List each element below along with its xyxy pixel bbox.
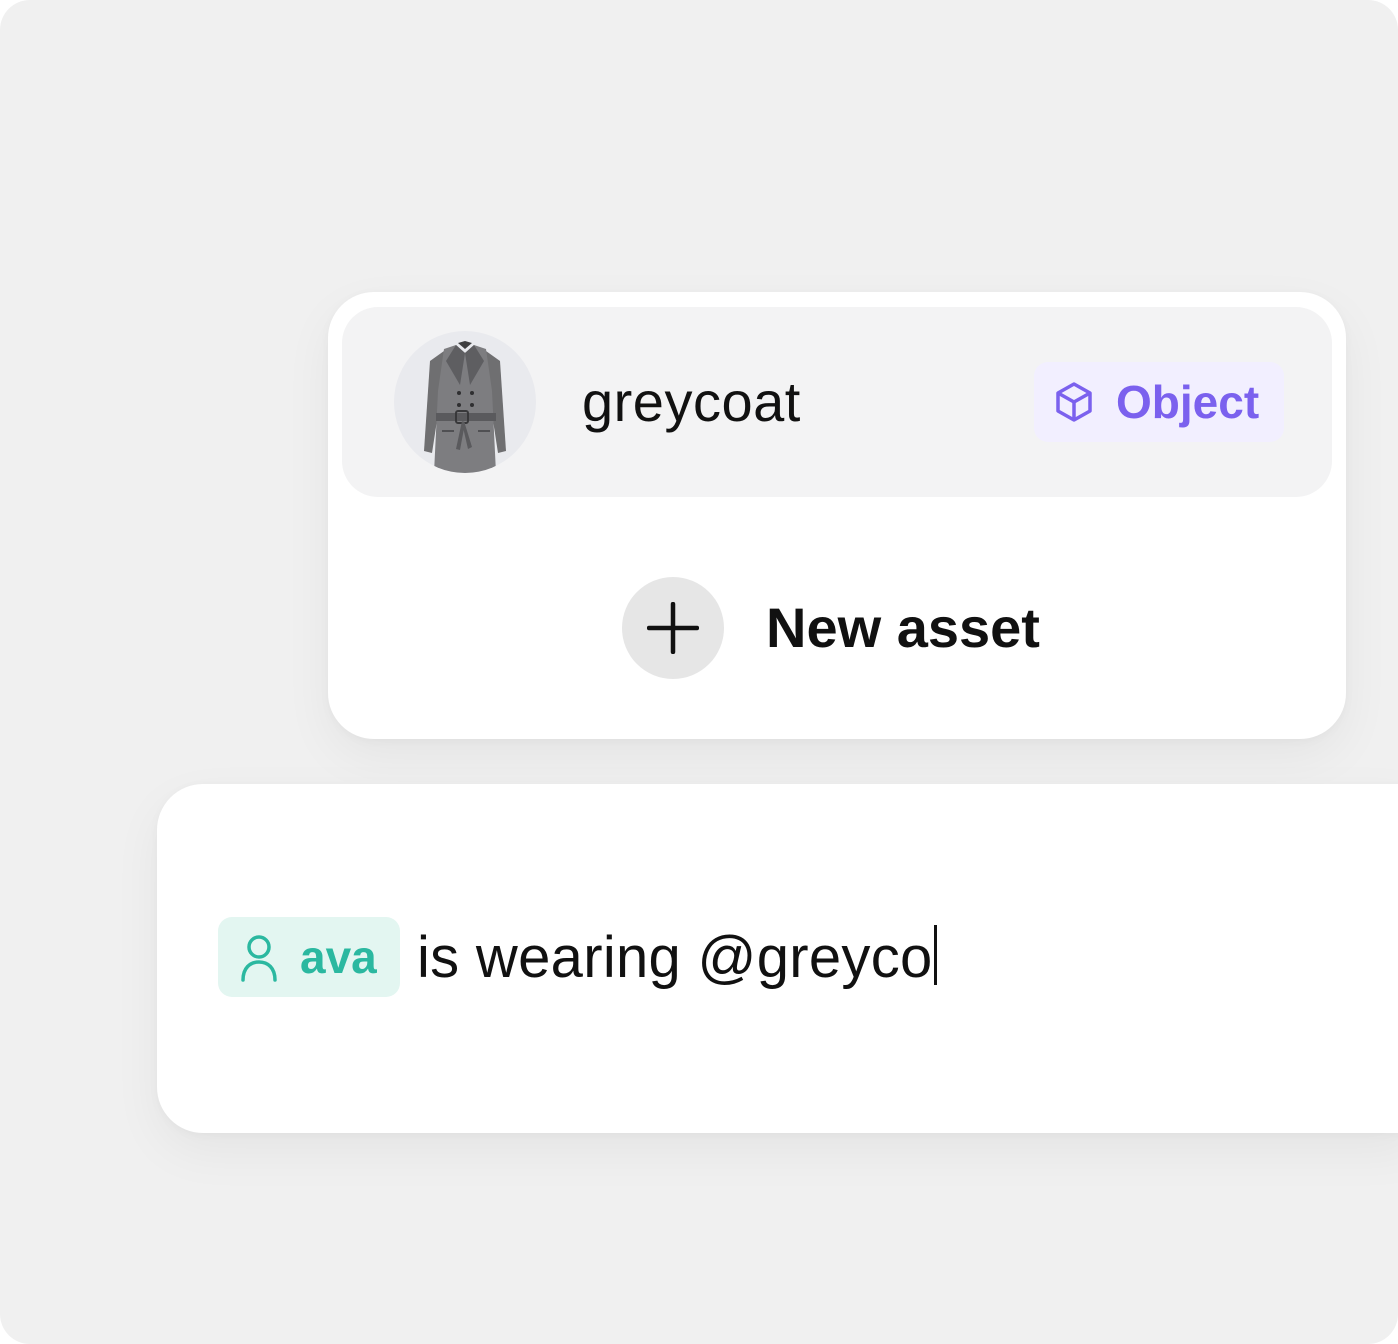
character-mention-chip[interactable]: ava <box>218 917 400 997</box>
prompt-text-field[interactable]: is wearing @greyco <box>417 923 937 993</box>
asset-suggestion-dropdown: greycoat Object New asset <box>328 292 1346 739</box>
mention-label: ava <box>300 931 377 983</box>
asset-name: greycoat <box>582 370 801 433</box>
new-asset-label: New asset <box>766 596 1040 659</box>
asset-thumbnail <box>394 331 536 473</box>
plus-icon-container <box>622 577 724 679</box>
prompt-input-panel[interactable]: ava is wearing @greyco <box>157 784 1398 1133</box>
text-caret <box>933 925 937 985</box>
prompt-text: is wearing @greyco <box>417 925 933 990</box>
person-icon <box>241 935 277 982</box>
grey-coat-image <box>424 341 506 473</box>
plus-icon <box>647 602 699 654</box>
asset-type-badge: Object <box>1034 362 1284 442</box>
canvas-background: greycoat Object New asset ava is wearing… <box>0 0 1398 1344</box>
suggestion-item-greycoat[interactable]: greycoat Object <box>342 307 1332 497</box>
cube-icon <box>1056 382 1092 422</box>
asset-type-label: Object <box>1116 376 1260 428</box>
new-asset-button[interactable]: New asset <box>622 577 1082 679</box>
